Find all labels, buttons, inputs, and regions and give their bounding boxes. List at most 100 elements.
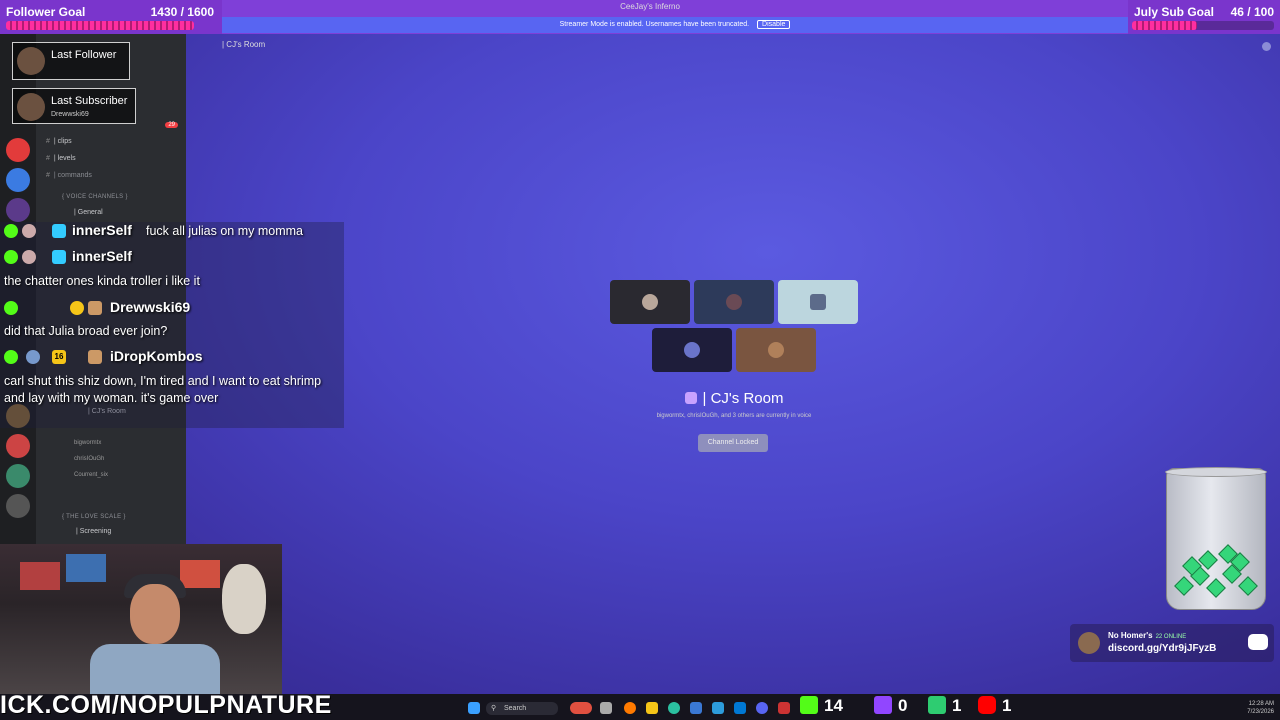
app-icon[interactable] [624, 702, 636, 714]
window-title: CeeJay's Inferno [620, 2, 680, 11]
stat-value: 0 [898, 696, 908, 715]
channel-label: | levels [53, 155, 76, 162]
room-member[interactable]: bigwormtx [74, 440, 101, 446]
room-title-text: | CJ's Room [702, 390, 784, 407]
app-icon[interactable] [600, 702, 612, 714]
room-title: | CJ's Room [600, 390, 868, 407]
room-icon [684, 392, 697, 404]
streamer-mode-banner: Streamer Mode is enabled. Usernames have… [222, 17, 1128, 33]
follower-goal-count: 1430 / 1600 [150, 5, 214, 19]
chat-message: fuck all julias on my momma [146, 224, 303, 238]
clock-time: 12:28 AM [1248, 701, 1274, 707]
last-follower-box: Last Follower [12, 42, 130, 80]
app-icon[interactable] [690, 702, 702, 714]
kick-icon [4, 350, 18, 364]
room-member[interactable]: Courrent_six [74, 472, 108, 478]
chat-message: did that Julia broad ever join? [4, 324, 168, 338]
badge-icon [52, 224, 66, 238]
participant-tile[interactable] [778, 280, 858, 324]
server-icon[interactable] [6, 434, 30, 458]
settings-icon[interactable] [1262, 42, 1271, 51]
chat-username: innerSelf [72, 222, 132, 238]
discord-taskbar-icon[interactable] [756, 702, 768, 714]
server-icon[interactable] [6, 198, 30, 222]
folder-icon[interactable] [646, 702, 658, 714]
room-member[interactable]: chrisIOuGh [74, 456, 104, 462]
last-subscriber-box: Last Subscriber Drewwski69 [12, 88, 136, 124]
server-icon[interactable] [6, 494, 30, 518]
badge-icon [70, 301, 84, 315]
channel-label: | clips [53, 138, 72, 145]
channel-clips[interactable]: # | clips [46, 138, 72, 145]
avatar [810, 294, 826, 310]
server-icon[interactable] [6, 168, 30, 192]
avatar [17, 47, 45, 75]
participant-tile[interactable] [694, 280, 774, 324]
stat-value: 1 [1002, 696, 1012, 715]
channel-levels[interactable]: # | levels [46, 155, 76, 162]
stat-value: 1 [952, 696, 962, 715]
server-avatar [1078, 632, 1100, 654]
search-placeholder: Search [504, 705, 527, 712]
stat-value: 14 [824, 696, 843, 715]
twitch-viewer-stat: 0 [874, 695, 907, 717]
kick-icon [928, 696, 946, 714]
streamer-mode-text: Streamer Mode is enabled. Usernames have… [559, 21, 750, 28]
participant-tile[interactable] [652, 328, 732, 372]
hash-icon: # [46, 155, 50, 162]
discord-invite-card[interactable]: No Homer's 22 ONLINE discord.gg/Ydr9jJFyz… [1070, 624, 1274, 662]
disable-streamer-mode-button[interactable]: Disable [757, 20, 791, 29]
kick-viewer-stat: 14 [800, 695, 843, 717]
follower-goal: Follower Goal 1430 / 1600 [0, 0, 222, 34]
avatar [726, 294, 742, 310]
app-icon[interactable] [712, 702, 724, 714]
channel-locked-button[interactable]: Channel Locked [698, 434, 768, 452]
server-icon[interactable] [6, 464, 30, 488]
sub-badge: 16 [52, 350, 66, 364]
channel-label: | commands [53, 172, 92, 179]
app-icon[interactable] [668, 702, 680, 714]
love-scale-category[interactable]: { THE LOVE SCALE } [62, 514, 126, 520]
person-face [130, 584, 180, 644]
kick-icon [4, 250, 18, 264]
online-count: 22 ONLINE [1155, 634, 1187, 640]
youtube-icon [978, 696, 996, 714]
participant-tile[interactable] [736, 328, 816, 372]
sub-goal-label: July Sub Goal [1134, 5, 1215, 19]
voice-channel-header: | CJ's Room [222, 40, 266, 49]
voice-channel-general[interactable]: | General [74, 209, 103, 216]
discord-server-name: No Homer's 22 ONLINE [1108, 631, 1186, 640]
kick-icon [4, 301, 18, 315]
twitch-icon [874, 696, 892, 714]
server-name-text: No Homer's [1108, 631, 1153, 640]
hash-icon: # [46, 138, 50, 145]
voice-channel-screening[interactable]: | Screening [76, 528, 111, 535]
channel-commands[interactable]: # | commands [46, 172, 92, 179]
follower-goal-progress [6, 21, 194, 30]
person-shirt [90, 644, 220, 694]
kick-icon [800, 696, 818, 714]
app-icon[interactable] [570, 702, 592, 714]
gem-icon [1238, 576, 1258, 596]
server-icon[interactable] [6, 138, 30, 162]
sub-goal-progress [1132, 21, 1197, 30]
voice-channels-category[interactable]: { VOICE CHANNELS } [62, 194, 128, 200]
windows-start-icon[interactable] [468, 702, 480, 714]
avatar [22, 224, 36, 238]
discord-invite-link[interactable]: discord.gg/Ydr9jJFyzB [1108, 643, 1216, 654]
chat-overlay: innerSelf fuck all julias on my momma in… [0, 222, 344, 428]
kick-url: ICK.COM/NOPULPNATURE [0, 691, 332, 719]
app-icon[interactable] [734, 702, 746, 714]
avatar [684, 342, 700, 358]
system-clock[interactable]: 12:28 AM 7/23/2026 [1247, 700, 1274, 716]
participant-tile[interactable] [610, 280, 690, 324]
chat-username: innerSelf [72, 248, 132, 264]
wall-poster [20, 562, 60, 590]
last-subscriber-name: Drewwski69 [51, 111, 89, 118]
taskbar-search[interactable]: ⚲ Search [486, 702, 558, 715]
app-icon[interactable] [778, 702, 790, 714]
room-subtitle: bigwormtx, chrisIOuGh, and 3 others are … [656, 413, 812, 419]
avatar [26, 350, 40, 364]
avatar [17, 93, 45, 121]
stream-screen: { "window": {"title": "CeeJay's Inferno"… [0, 0, 1280, 720]
